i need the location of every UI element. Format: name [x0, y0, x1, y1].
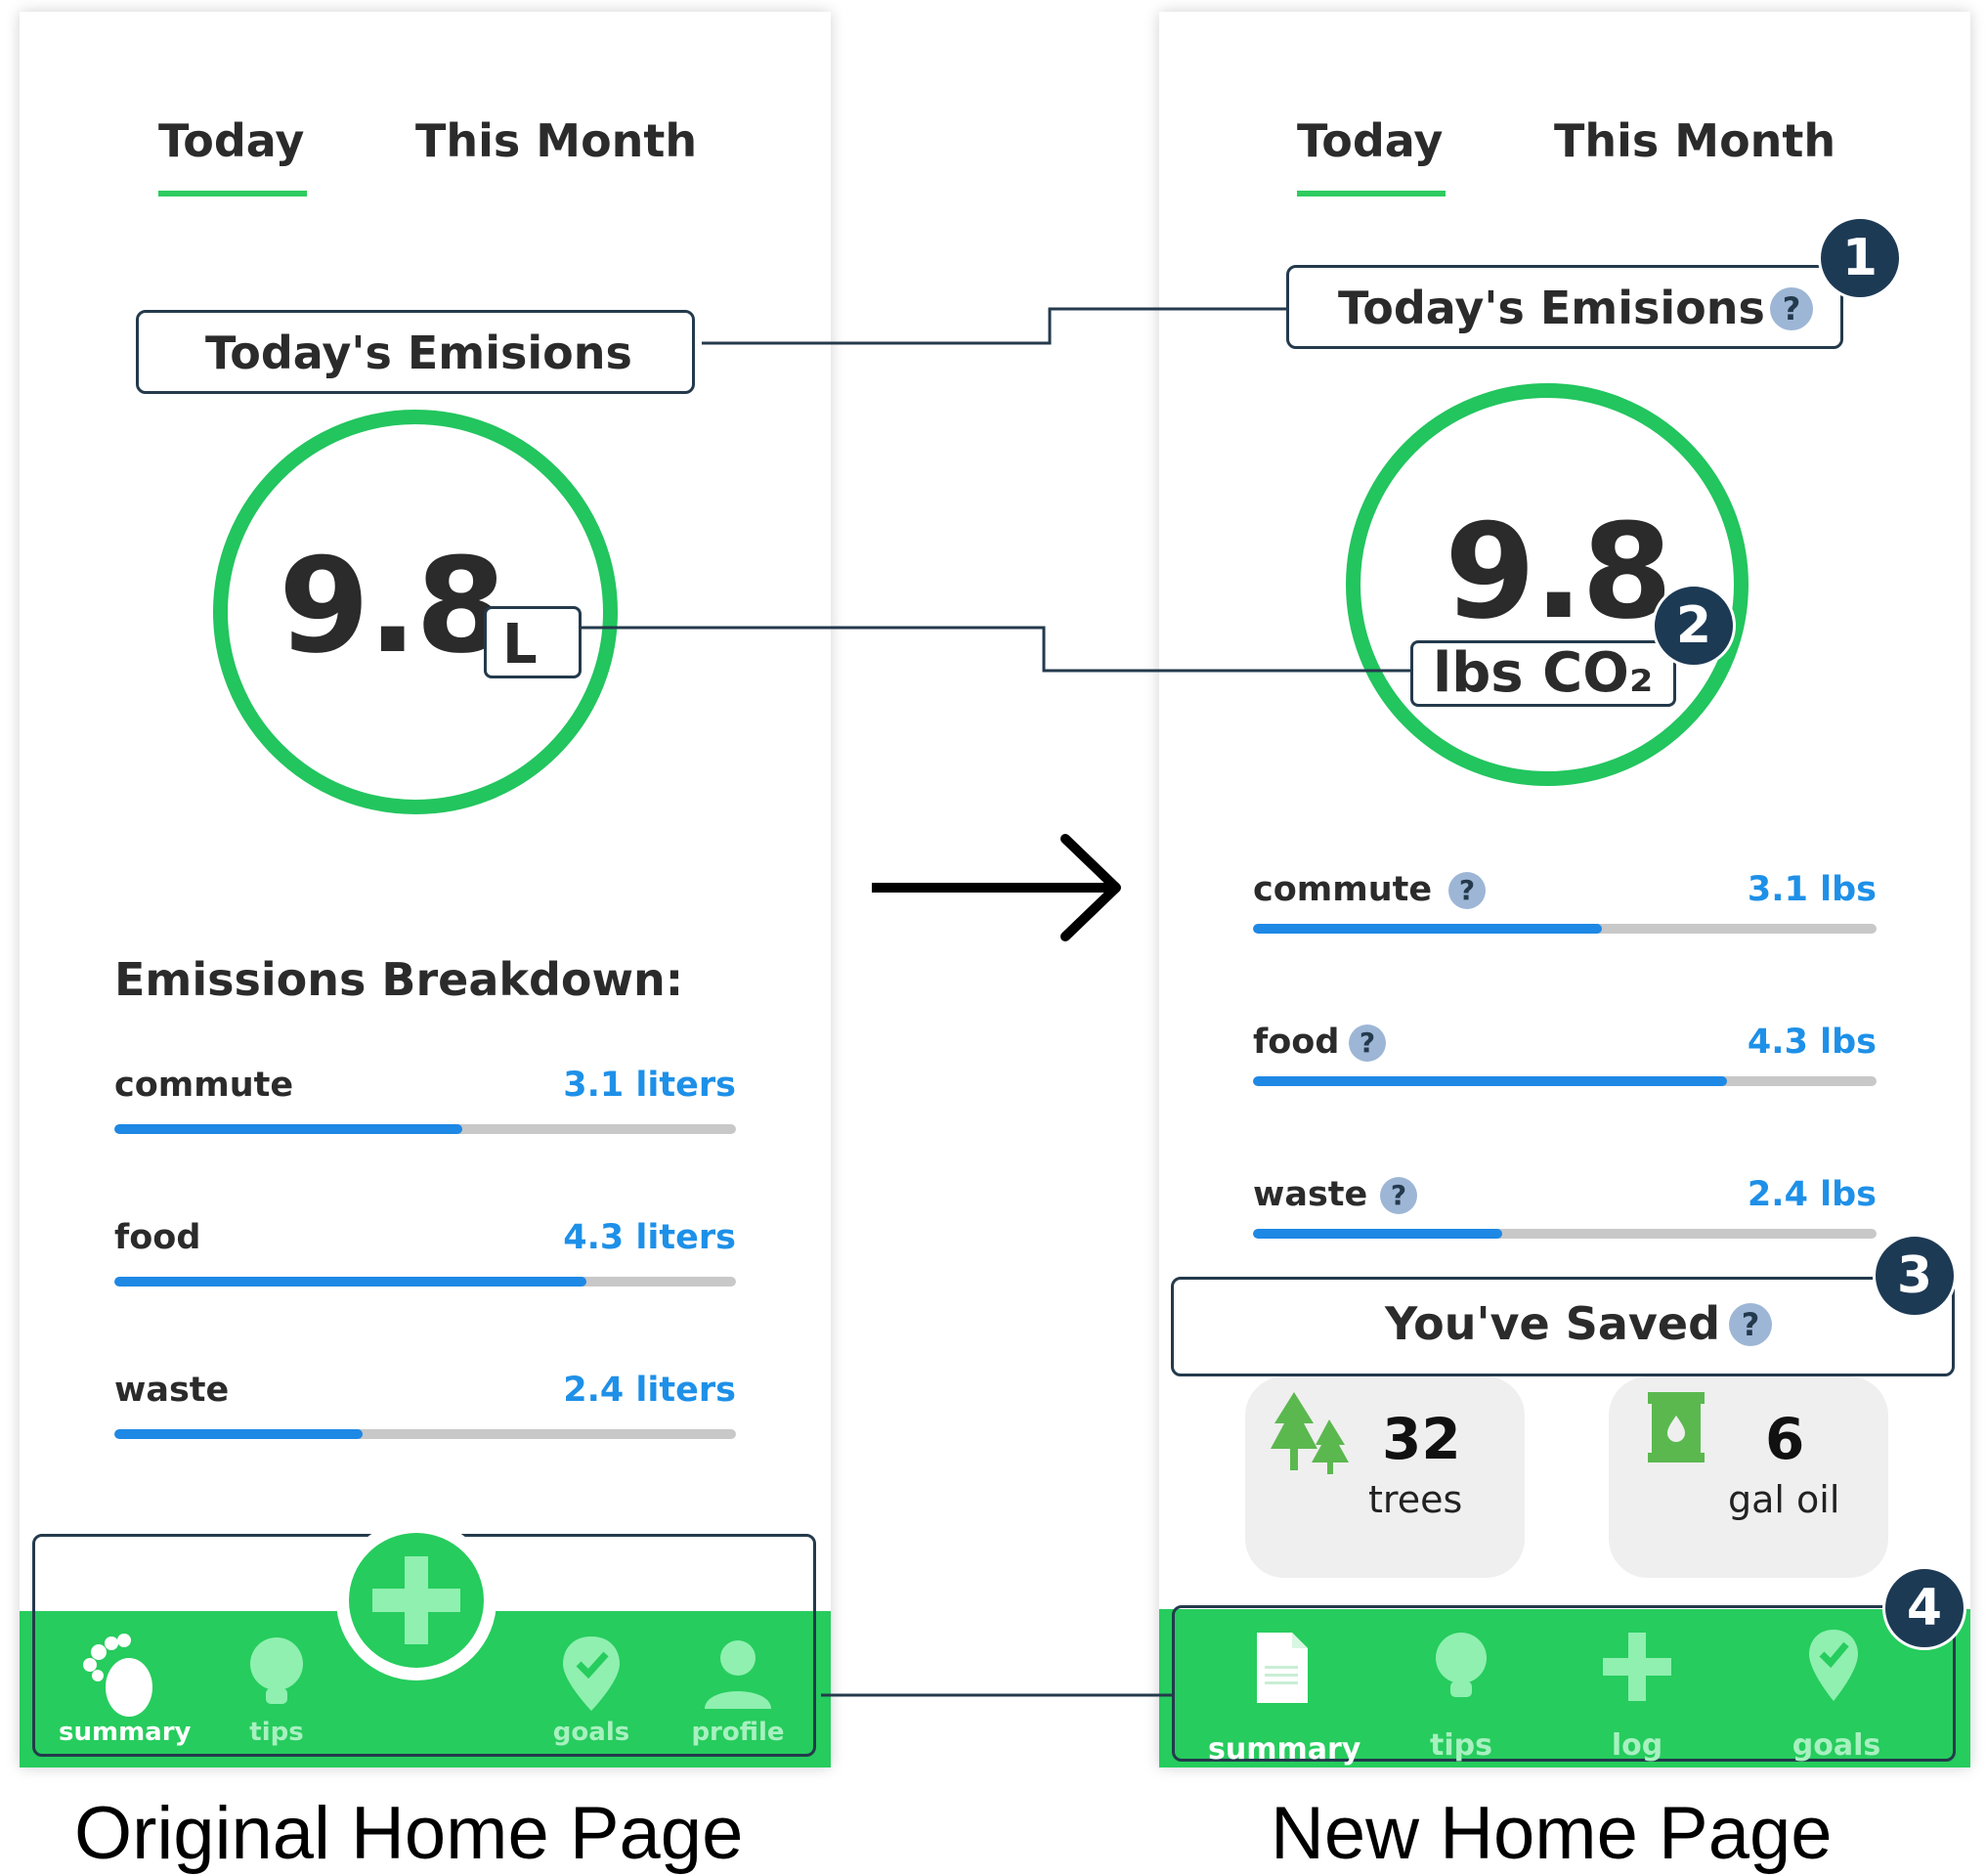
caption-original: Original Home Page [74, 1792, 744, 1875]
caption-new: New Home Page [1271, 1792, 1833, 1875]
connector-title [702, 307, 1286, 345]
connector-lines [582, 307, 1411, 1697]
connector-unit [582, 626, 1411, 673]
